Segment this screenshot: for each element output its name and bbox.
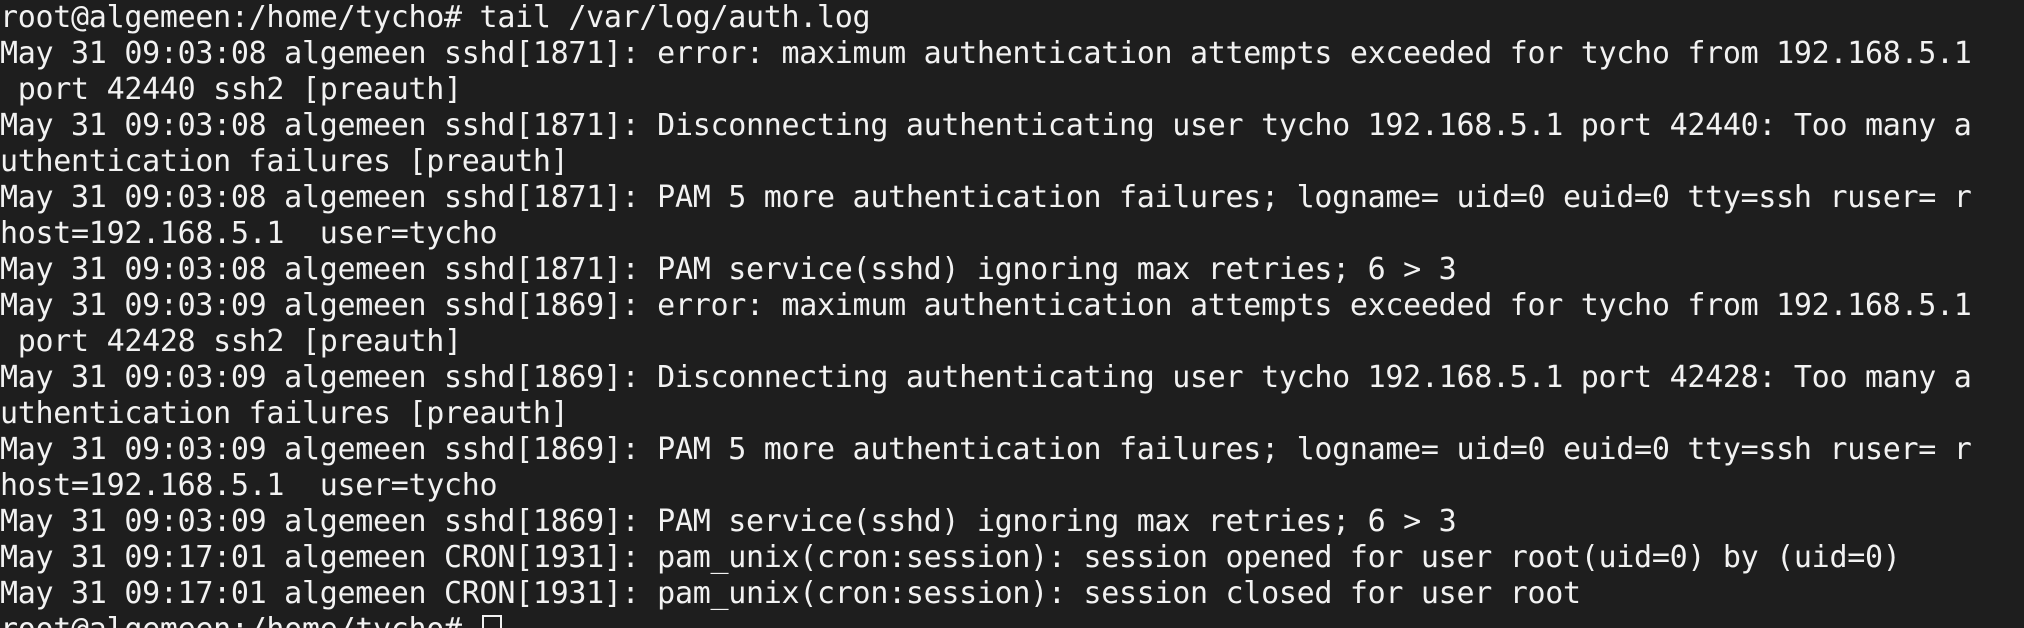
log-line: May 31 09:03:09 algemeen sshd[1869]: Dis… [0, 360, 1972, 395]
command-line: root@algemeen:/home/tycho# tail /var/log… [0, 0, 871, 35]
log-line: May 31 09:03:09 algemeen sshd[1869]: PAM… [0, 432, 1972, 467]
log-line: May 31 09:17:01 algemeen CRON[1931]: pam… [0, 576, 1581, 611]
terminal-window[interactable]: root@algemeen:/home/tycho# tail /var/log… [0, 0, 2024, 628]
log-line: May 31 09:03:09 algemeen sshd[1869]: PAM… [0, 504, 1457, 539]
log-line: May 31 09:03:08 algemeen sshd[1871]: Dis… [0, 108, 1972, 143]
shell-prompt-line[interactable]: root@algemeen:/home/tycho# [0, 612, 2024, 628]
log-line: May 31 09:17:01 algemeen CRON[1931]: pam… [0, 540, 1901, 575]
log-line: port 42440 ssh2 [preauth] [0, 72, 462, 107]
log-line: May 31 09:03:09 algemeen sshd[1869]: err… [0, 288, 1972, 323]
log-line: May 31 09:03:08 algemeen sshd[1871]: err… [0, 36, 1972, 71]
log-line: uthentication failures [preauth] [0, 144, 569, 179]
log-line: uthentication failures [preauth] [0, 396, 569, 431]
shell-prompt: root@algemeen:/home/tycho# [0, 612, 480, 628]
log-line: May 31 09:03:08 algemeen sshd[1871]: PAM… [0, 252, 1457, 287]
log-line: host=192.168.5.1 user=tycho [0, 468, 498, 503]
text-cursor[interactable] [481, 615, 502, 628]
log-line: port 42428 ssh2 [preauth] [0, 324, 462, 359]
log-line: May 31 09:03:08 algemeen sshd[1871]: PAM… [0, 180, 1972, 215]
log-line: host=192.168.5.1 user=tycho [0, 216, 498, 251]
